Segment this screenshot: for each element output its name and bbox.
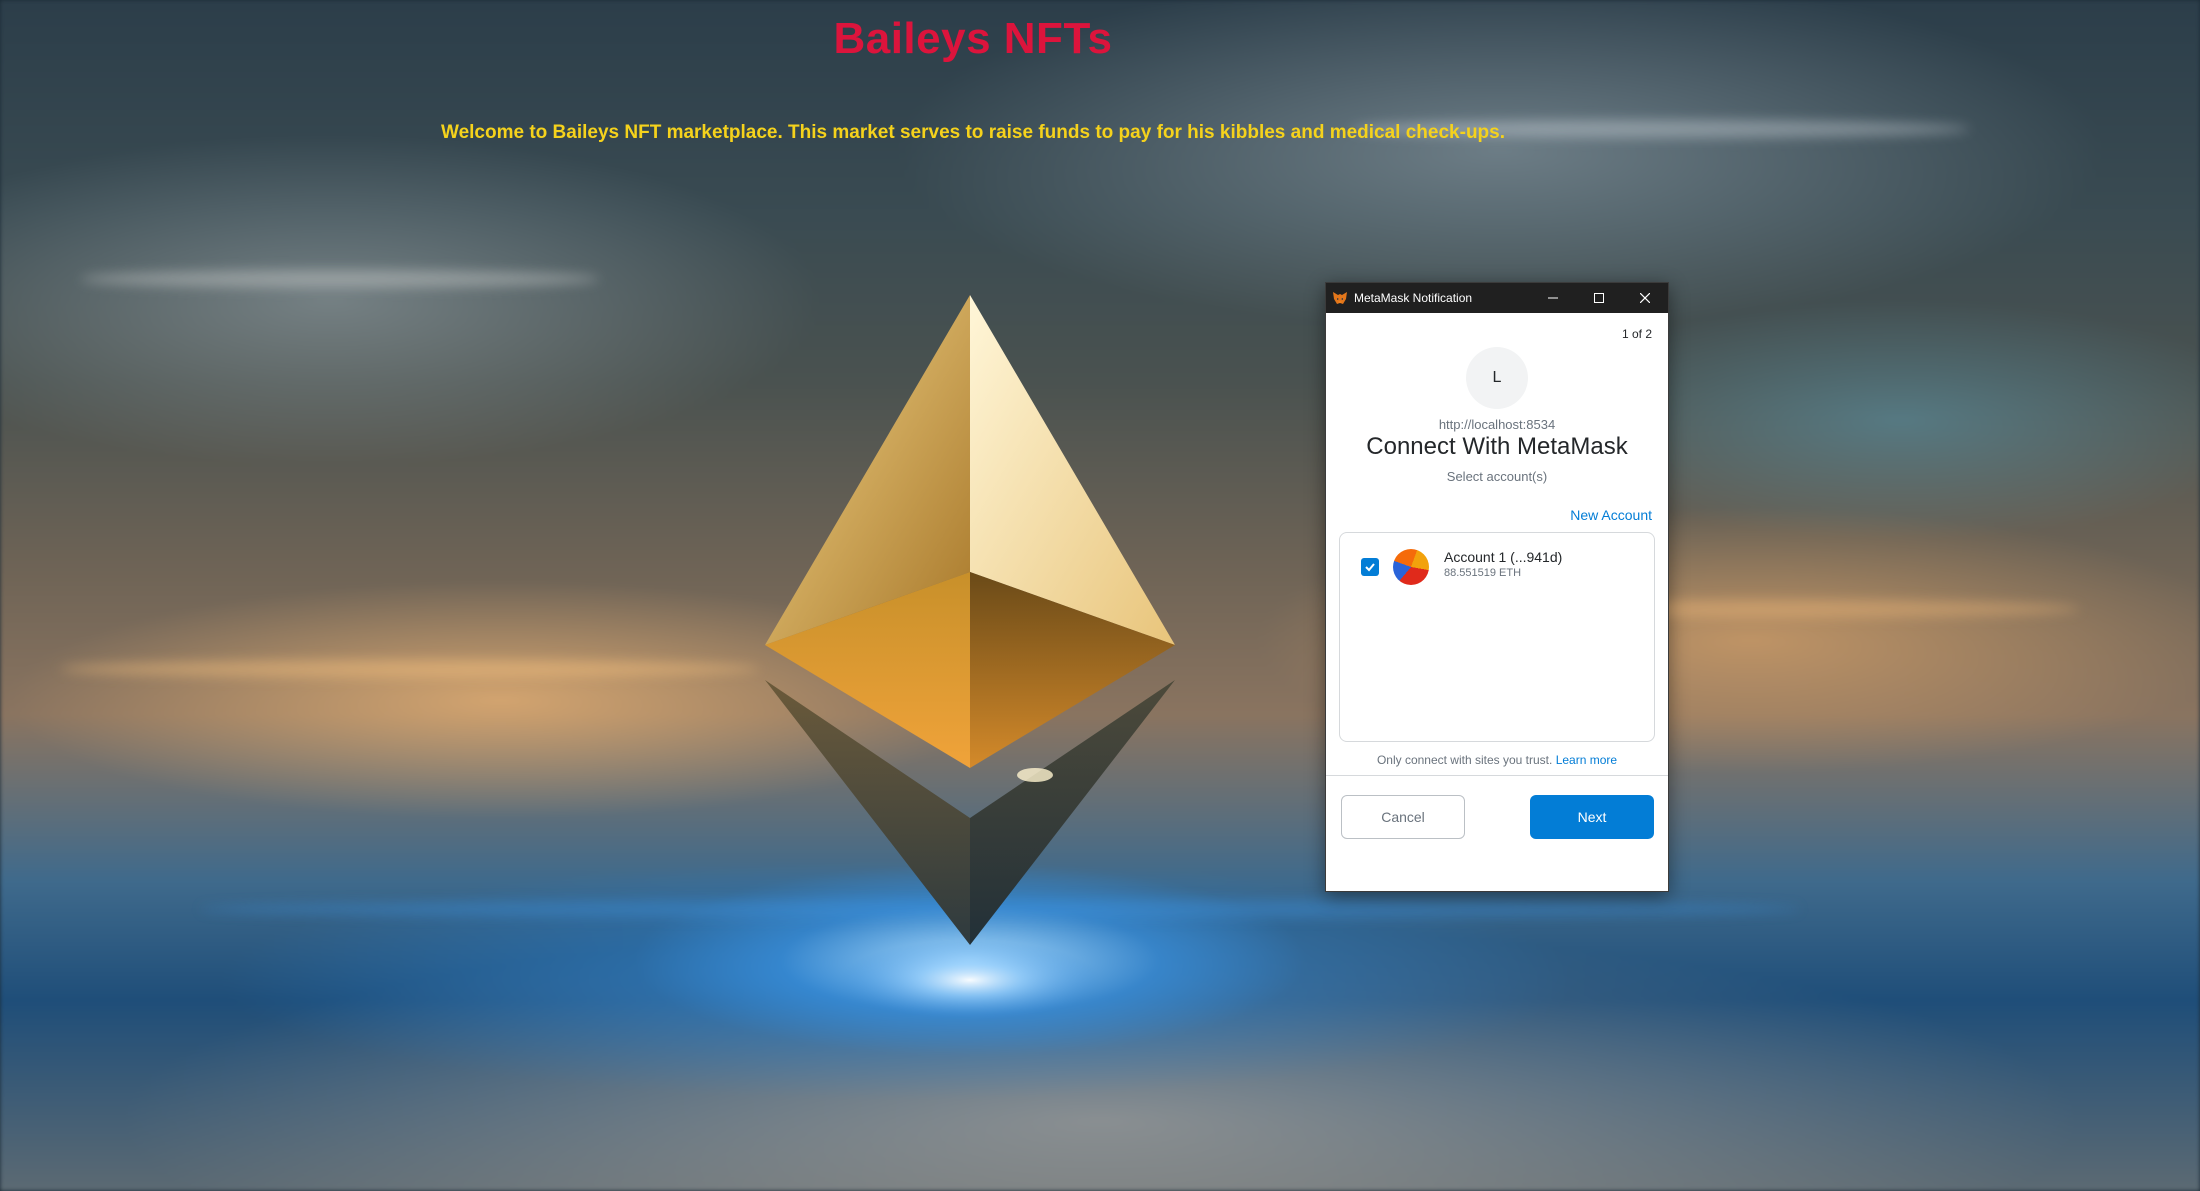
learn-more-link[interactable]: Learn more	[1556, 753, 1617, 767]
request-counter: 1 of 2	[1621, 327, 1652, 341]
account-balance: 88.551519 ETH	[1444, 567, 1522, 579]
site-initial: L	[1492, 369, 1502, 386]
site-avatar: L	[1466, 347, 1528, 409]
welcome-message: Welcome to Baileys NFT marketplace. This…	[440, 122, 1506, 143]
trust-note: Only connect with sites you trust. Learn…	[1326, 753, 1668, 767]
account-avatar	[1393, 549, 1429, 585]
cloud-streak	[60, 660, 760, 678]
metamask-connect-panel: 1 of 2 L http://localhost:8534 Connect W…	[1326, 313, 1668, 891]
connect-subheading: Select account(s)	[1446, 469, 1548, 484]
metamask-fox-icon	[1332, 290, 1348, 306]
minimize-icon[interactable]	[1530, 283, 1576, 313]
next-button[interactable]: Next	[1530, 795, 1654, 839]
close-icon[interactable]	[1622, 283, 1668, 313]
site-url: http://localhost:8534	[1438, 417, 1556, 432]
footer-divider	[1326, 775, 1668, 776]
cloud-streak	[200, 900, 1800, 918]
window-title: MetaMask Notification	[1354, 291, 1473, 305]
checkmark-icon	[1365, 563, 1375, 572]
metamask-notification-window: MetaMask Notification 1 of 2 L http://lo…	[1325, 282, 1669, 892]
page-title: Baileys NFTs	[833, 14, 1113, 63]
account-row[interactable]: Account 1 (...941d) 88.551519 ETH	[1340, 547, 1654, 587]
background-scenery	[0, 0, 2200, 1191]
new-account-link[interactable]: New Account	[1570, 507, 1652, 523]
connect-heading: Connect With MetaMask	[1366, 433, 1628, 460]
account-checkbox[interactable]	[1361, 558, 1379, 576]
trust-note-text: Only connect with sites you trust.	[1376, 753, 1553, 767]
maximize-icon[interactable]	[1576, 283, 1622, 313]
cloud-streak	[80, 270, 600, 288]
account-name: Account 1 (...941d)	[1444, 549, 1563, 565]
account-list: Account 1 (...941d) 88.551519 ETH	[1339, 532, 1655, 742]
window-titlebar: MetaMask Notification	[1326, 283, 1668, 313]
cancel-button[interactable]: Cancel	[1341, 795, 1465, 839]
